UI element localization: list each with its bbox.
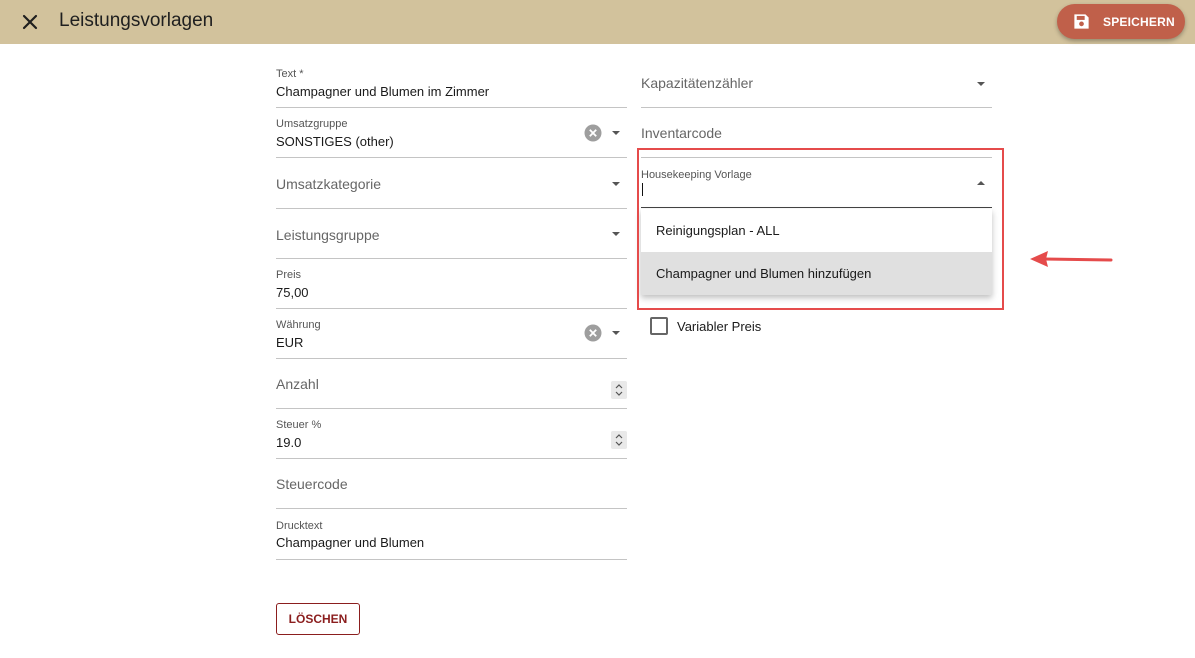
price-label: Preis [276, 269, 302, 281]
variable-price-checkbox[interactable] [650, 317, 668, 335]
currency-value: EUR [276, 335, 304, 350]
service-group-placeholder: Leistungsgruppe [276, 227, 380, 243]
number-stepper-icon[interactable] [611, 431, 627, 449]
tax-value: 19.0 [276, 435, 302, 450]
number-stepper-icon[interactable] [611, 381, 627, 399]
save-button[interactable]: SPEICHERN [1057, 4, 1185, 39]
chevron-down-icon[interactable] [612, 232, 620, 236]
chevron-down-icon[interactable] [612, 182, 620, 186]
price-value: 75,00 [276, 285, 309, 300]
revenue-category-select[interactable]: Umsatzkategorie [276, 158, 627, 209]
page-title: Leistungsvorlagen [59, 10, 214, 31]
annotation-arrow-icon [1030, 251, 1113, 267]
close-icon[interactable] [18, 10, 42, 34]
text-field-label: Text * [276, 68, 304, 80]
capacity-counter-placeholder: Kapazitätenzähler [641, 75, 754, 91]
print-text-field[interactable]: Drucktext Champagner und Blumen [276, 509, 627, 560]
revenue-group-value: SONSTIGES (other) [276, 134, 394, 149]
tax-field[interactable]: Steuer % 19.0 [276, 409, 627, 459]
chevron-down-icon[interactable] [977, 82, 985, 86]
print-text-value: Champagner und Blumen [276, 535, 425, 550]
quantity-field[interactable]: Anzahl [276, 359, 627, 409]
tax-code-field[interactable]: Steuercode [276, 459, 627, 509]
clear-icon[interactable] [584, 124, 602, 142]
tax-label: Steuer % [276, 419, 322, 431]
variable-price-label: Variabler Preis [677, 319, 762, 334]
print-text-label: Drucktext [276, 520, 323, 532]
text-field-value: Champagner und Blumen im Zimmer [276, 84, 490, 99]
annotation-highlight-box [637, 148, 1004, 310]
currency-label: Währung [276, 319, 321, 331]
clear-icon[interactable] [584, 324, 602, 342]
tax-code-placeholder: Steuercode [276, 476, 348, 492]
revenue-group-select[interactable]: Umsatzgruppe SONSTIGES (other) [276, 108, 627, 158]
chevron-down-icon[interactable] [612, 131, 620, 135]
revenue-category-placeholder: Umsatzkategorie [276, 176, 382, 192]
delete-button[interactable]: LÖSCHEN [276, 603, 360, 635]
chevron-down-icon[interactable] [612, 331, 620, 335]
save-button-label: SPEICHERN [1103, 15, 1175, 29]
service-group-select[interactable]: Leistungsgruppe [276, 209, 627, 259]
currency-select[interactable]: Währung EUR [276, 309, 627, 359]
save-icon [1074, 14, 1089, 29]
quantity-placeholder: Anzahl [276, 376, 319, 392]
text-field[interactable]: Text * Champagner und Blumen im Zimmer [276, 58, 627, 108]
inventory-code-placeholder: Inventarcode [641, 125, 722, 141]
price-field[interactable]: Preis 75,00 [276, 259, 627, 309]
revenue-group-label: Umsatzgruppe [276, 118, 348, 130]
capacity-counter-select[interactable]: Kapazitätenzähler [641, 58, 992, 108]
top-app-bar: Leistungsvorlagen SPEICHERN [0, 0, 1195, 44]
